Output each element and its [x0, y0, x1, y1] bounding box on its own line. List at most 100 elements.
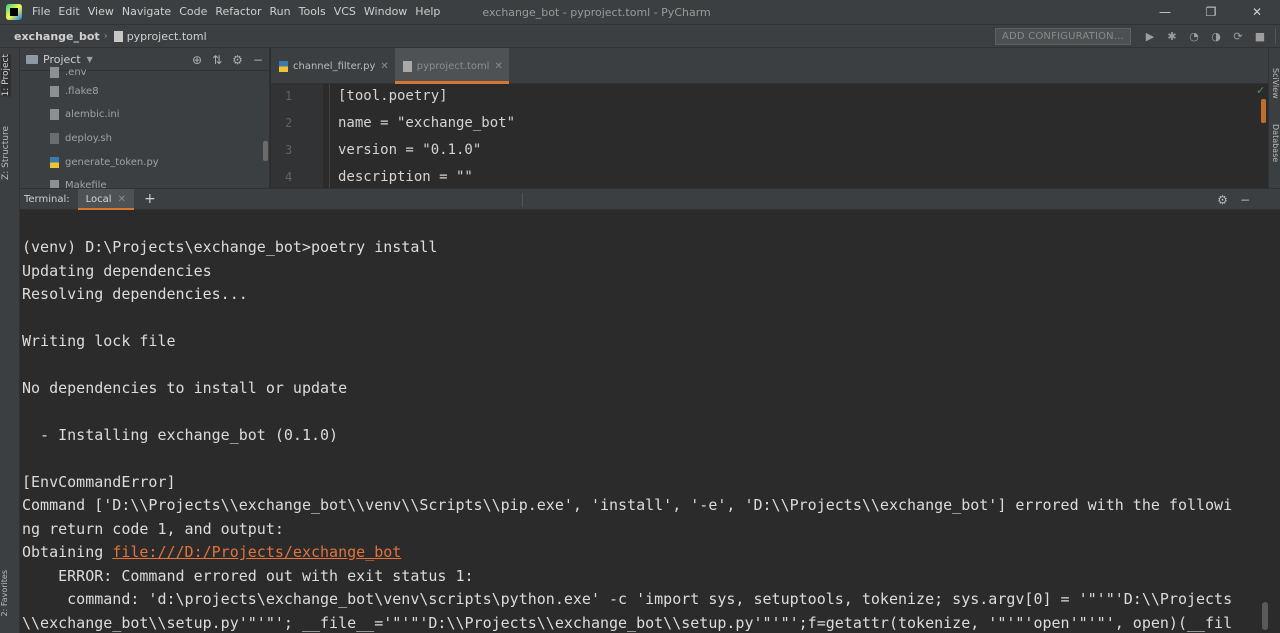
menu-run[interactable]: Run [266, 0, 295, 24]
menu-code[interactable]: Code [175, 0, 211, 24]
pycharm-logo-icon [6, 4, 22, 20]
chevron-right-icon: › [103, 30, 108, 42]
terminal-header: Terminal: Local ✕ + ⚙ − [20, 188, 1280, 210]
list-item[interactable]: .flake8 [50, 86, 99, 97]
file-icon [50, 180, 59, 188]
terminal-line: Writing lock file [22, 332, 176, 350]
editor-scrollbar[interactable] [1261, 99, 1266, 123]
divider [522, 193, 523, 207]
terminal-line: Updating dependencies [22, 262, 212, 280]
debug-icon[interactable]: ✱ [1161, 30, 1183, 43]
terminal-scrollbar[interactable] [1262, 602, 1268, 630]
close-button[interactable]: ✕ [1234, 0, 1280, 24]
menu-navigate[interactable]: Navigate [118, 0, 175, 24]
project-panel-title[interactable]: Project [43, 53, 81, 66]
shell-file-icon [50, 133, 59, 144]
menu-edit[interactable]: Edit [54, 0, 83, 24]
terminal-line: command: 'd:\projects\exchange_bot\venv\… [22, 590, 1233, 608]
close-icon[interactable]: ✕ [494, 61, 502, 72]
hide-icon[interactable]: − [253, 53, 263, 67]
profile-icon[interactable]: ◑ [1205, 30, 1227, 43]
toolbar-divider [1275, 28, 1276, 44]
navigation-bar: exchange_bot › pyproject.toml ADD CONFIG… [0, 24, 1280, 48]
close-icon[interactable]: ✕ [380, 61, 388, 72]
breadcrumb-project[interactable]: exchange_bot [14, 30, 100, 43]
menu-refactor[interactable]: Refactor [211, 0, 265, 24]
terminal-line: Resolving dependencies... [22, 285, 248, 303]
title-bar: File Edit View Navigate Code Refactor Ru… [0, 0, 1280, 24]
menu-vcs[interactable]: VCS [330, 0, 360, 24]
tab-label: pyproject.toml [416, 60, 490, 72]
menu-file[interactable]: File [28, 0, 54, 24]
file-icon [113, 30, 123, 42]
left-tool-strip: 1: Project Z: Structure [0, 48, 20, 633]
terminal-line: [EnvCommandError] [22, 473, 176, 491]
line-number: 4 [285, 170, 293, 184]
tab-label: Local [85, 193, 112, 205]
file-icon [50, 86, 59, 97]
right-tool-strip: SciView Database [1268, 48, 1280, 188]
minimize-button[interactable]: — [1142, 0, 1188, 24]
inspection-ok-icon[interactable]: ✓ [1256, 84, 1265, 97]
add-configuration-button[interactable]: ADD CONFIGURATION... [994, 27, 1131, 45]
project-scrollbar[interactable] [263, 141, 268, 161]
locate-icon[interactable]: ⊕ [192, 53, 202, 67]
menu-window[interactable]: Window [360, 0, 411, 24]
line-number-gutter: 1 2 3 4 [271, 84, 323, 188]
terminal-line: ng return code 1, and output: [22, 520, 284, 538]
coverage-icon[interactable]: ◔ [1183, 30, 1205, 43]
window-controls: — ❐ ✕ [1142, 0, 1280, 24]
tab-pyproject[interactable]: pyproject.toml ✕ [394, 48, 509, 84]
gear-icon[interactable]: ⚙ [1217, 193, 1228, 207]
list-item[interactable]: alembic.ini [50, 109, 120, 120]
tab-channel-filter[interactable]: channel_filter.py ✕ [271, 48, 395, 84]
tool-tab-project[interactable]: 1: Project [1, 54, 11, 97]
menu-view[interactable]: View [84, 0, 118, 24]
line-number: 2 [285, 116, 293, 130]
list-item[interactable]: .env [50, 67, 87, 78]
code-line: version = "0.1.0" [338, 142, 482, 158]
list-item[interactable]: Makefile [50, 180, 107, 188]
project-panel: Project ▼ ⊕ ⇅ ⚙ − .env .flake8 alembic.i… [20, 48, 270, 188]
maximize-button[interactable]: ❐ [1188, 0, 1234, 24]
terminal-line: Command ['D:\\Projects\\exchange_bot\\ve… [22, 496, 1233, 514]
code-line: [tool.poetry] [338, 88, 448, 104]
list-item[interactable]: generate_token.py [50, 157, 159, 168]
tool-tab-favorites[interactable]: 2: Favorites [0, 570, 14, 616]
run-icon[interactable]: ▶ [1139, 30, 1161, 43]
gear-icon[interactable]: ⚙ [232, 53, 243, 67]
list-item[interactable]: deploy.sh [50, 133, 112, 144]
terminal-line: Obtaining file:///D:/Projects/exchange_b… [22, 543, 401, 561]
editor: channel_filter.py ✕ pyproject.toml ✕ 1 2… [271, 48, 1268, 188]
terminal-line: \\exchange_bot\\setup.py'"'"'; __file__=… [22, 614, 1233, 632]
line-number: 1 [285, 89, 293, 103]
terminal-line: (venv) D:\Projects\exchange_bot>poetry i… [22, 238, 438, 256]
terminal-line: - Installing exchange_bot (0.1.0) [22, 426, 339, 444]
tool-tab-sciview[interactable]: SciView [1271, 68, 1280, 99]
menu-tools[interactable]: Tools [295, 0, 330, 24]
chevron-down-icon[interactable]: ▼ [87, 55, 93, 64]
terminal-label: Terminal: [24, 193, 70, 205]
breadcrumb-file[interactable]: pyproject.toml [127, 30, 207, 43]
file-icon [50, 109, 59, 120]
project-panel-tools: ⊕ ⇅ ⚙ − [182, 48, 263, 71]
close-icon[interactable]: ✕ [118, 194, 126, 205]
terminal-output[interactable]: (venv) D:\Projects\exchange_bot>poetry i… [20, 211, 1270, 633]
line-number: 3 [285, 143, 293, 157]
tool-tab-database[interactable]: Database [1271, 124, 1280, 162]
stop-icon[interactable]: ■ [1249, 30, 1271, 43]
terminal-text: Obtaining [22, 543, 113, 561]
tab-label: channel_filter.py [293, 60, 376, 72]
collapse-all-icon[interactable]: ⇅ [212, 53, 222, 67]
project-file-link[interactable]: file:///D:/Projects/exchange_bot [112, 543, 401, 561]
gutter-divider [329, 84, 330, 188]
file-icon [50, 67, 59, 78]
menu-help[interactable]: Help [411, 0, 444, 24]
hide-icon[interactable]: − [1240, 193, 1250, 207]
build-icon[interactable]: ⟳ [1227, 30, 1249, 43]
code-line: description = "" [338, 169, 473, 185]
tool-tab-structure[interactable]: Z: Structure [1, 126, 11, 180]
add-icon[interactable]: + [144, 191, 156, 207]
terminal-line: No dependencies to install or update [22, 379, 348, 397]
tab-terminal-local[interactable]: Local ✕ [77, 188, 135, 210]
